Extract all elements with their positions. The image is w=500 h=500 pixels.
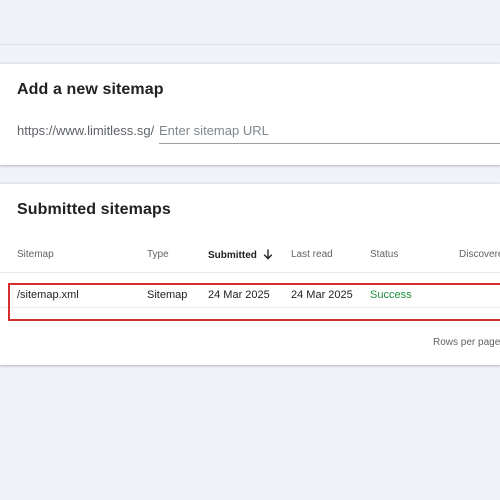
- sitemap-url-input[interactable]: [159, 118, 500, 144]
- submitted-sitemaps-card: Submitted sitemaps Sitemap Type Submitte…: [0, 183, 500, 365]
- arrow-down-icon[interactable]: [263, 249, 273, 263]
- row-status: Success: [370, 289, 412, 301]
- sitemap-url-prefix: https://www.limitless.sg/: [17, 123, 155, 138]
- table-row[interactable]: /sitemap.xml Sitemap 24 Mar 2025 24 Mar …: [0, 273, 500, 307]
- column-header-submitted[interactable]: Submitted: [208, 249, 273, 263]
- column-header-submitted-label: Submitted: [208, 250, 257, 261]
- top-divider: [0, 44, 500, 45]
- rows-per-page-label: Rows per page: [433, 337, 500, 348]
- column-header-status[interactable]: Status: [370, 249, 398, 260]
- column-header-last-read[interactable]: Last read: [291, 249, 333, 260]
- row-sitemap-path: /sitemap.xml: [17, 289, 79, 301]
- add-sitemap-title: Add a new sitemap: [17, 81, 164, 98]
- column-header-discovered[interactable]: Discovere: [459, 249, 500, 260]
- row-submitted-date: 24 Mar 2025: [208, 289, 270, 301]
- row-last-read-date: 24 Mar 2025: [291, 289, 353, 301]
- column-header-sitemap[interactable]: Sitemap: [17, 249, 54, 260]
- table-row-divider: [0, 307, 500, 308]
- submitted-sitemaps-title: Submitted sitemaps: [17, 201, 171, 218]
- row-type: Sitemap: [147, 289, 188, 301]
- column-header-type[interactable]: Type: [147, 249, 169, 260]
- add-sitemap-card: Add a new sitemap https://www.limitless.…: [0, 63, 500, 165]
